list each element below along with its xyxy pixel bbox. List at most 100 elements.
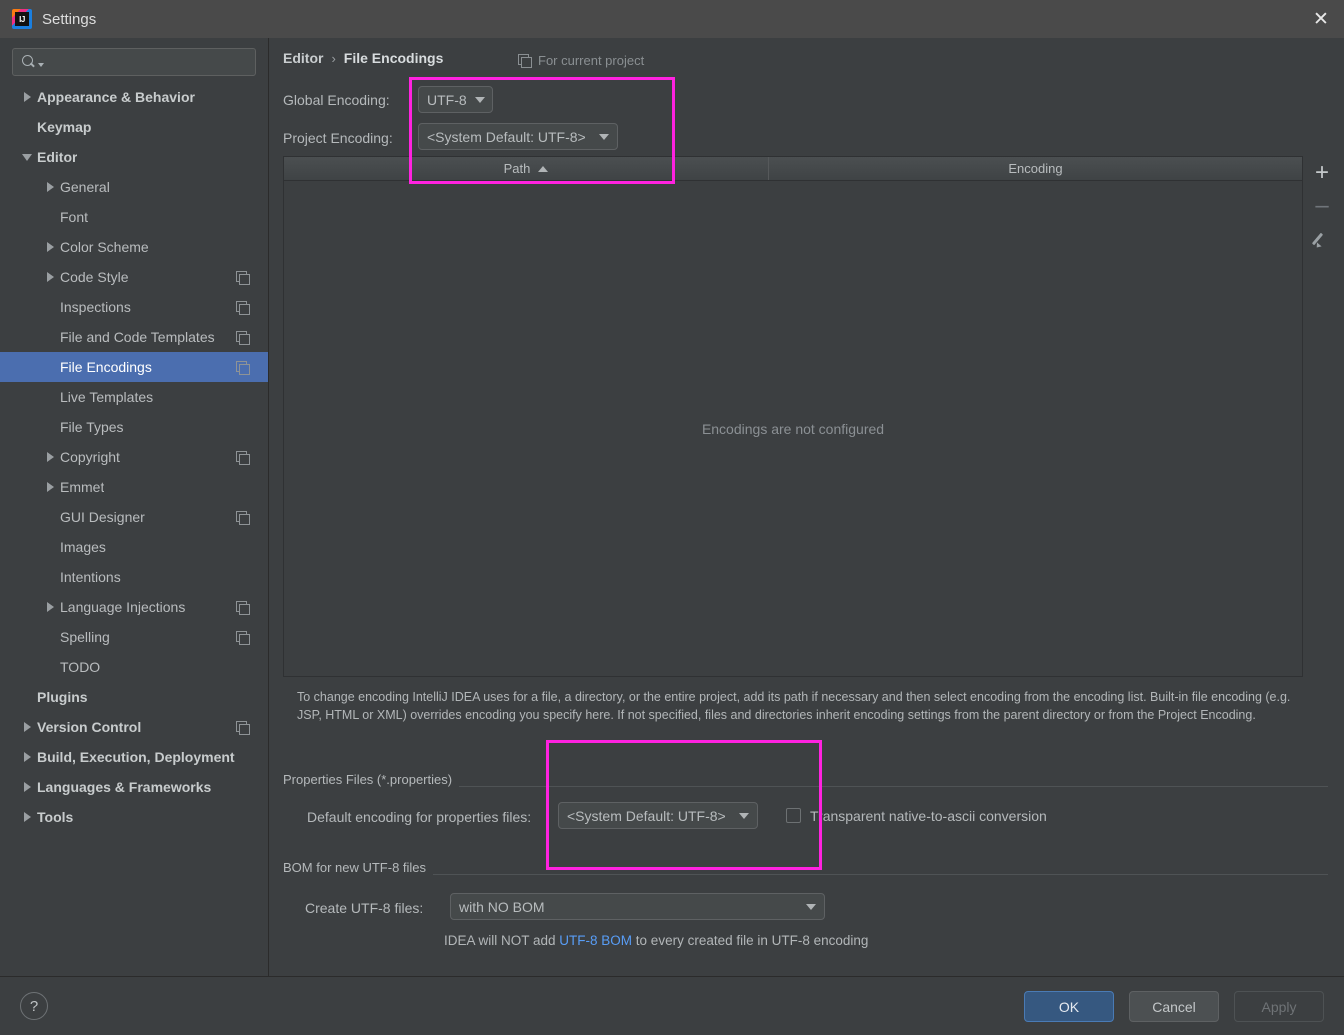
settings-tree: Appearance & Behavior Keymap Editor General…: [0, 82, 268, 832]
column-header-path[interactable]: Path: [284, 157, 769, 180]
search-box[interactable]: [12, 48, 256, 76]
tree-toggle[interactable]: [40, 242, 60, 252]
apply-button[interactable]: Apply: [1234, 991, 1324, 1022]
sidebar-item-label: File and Code Templates: [60, 329, 215, 345]
sidebar-item-file-encodings[interactable]: File Encodings: [0, 352, 268, 382]
sidebar-item-label: Version Control: [37, 719, 142, 735]
sidebar-item-label: Intentions: [60, 569, 121, 585]
sidebar-item-label: Keymap: [37, 119, 92, 135]
bom-hint-prefix: IDEA will NOT add: [444, 933, 560, 948]
sidebar-item-file-and-code-templates[interactable]: File and Code Templates: [0, 322, 268, 352]
chevron-right-icon[interactable]: [46, 242, 54, 252]
create-utf8-files-label: Create UTF-8 files:: [305, 900, 424, 916]
chevron-right-icon[interactable]: [23, 782, 31, 792]
utf8-bom-link[interactable]: UTF-8 BOM: [559, 933, 632, 948]
sidebar-item-todo[interactable]: TODO: [0, 652, 268, 682]
sidebar-item-label: Tools: [37, 809, 74, 825]
global-encoding-value: UTF-8: [427, 91, 467, 108]
sidebar-item-font[interactable]: Font: [0, 202, 268, 232]
encodings-table: Path Encoding Encodings are not configur…: [283, 156, 1303, 677]
sidebar-item-emmet[interactable]: Emmet: [0, 472, 268, 502]
sidebar-item-tools[interactable]: Tools: [0, 802, 268, 832]
bom-hint-suffix: to every created file in UTF-8 encoding: [632, 933, 869, 948]
sidebar-item-editor[interactable]: Editor: [0, 142, 268, 172]
sidebar-item-color-scheme[interactable]: Color Scheme: [0, 232, 268, 262]
column-header-path-label: Path: [503, 161, 531, 176]
tree-toggle[interactable]: [17, 752, 37, 762]
search-input[interactable]: [44, 54, 255, 70]
sidebar-item-label: File Encodings: [60, 359, 152, 375]
sidebar-item-keymap[interactable]: Keymap: [0, 112, 268, 142]
sidebar-item-intentions[interactable]: Intentions: [0, 562, 268, 592]
chevron-right-icon[interactable]: [46, 182, 54, 192]
sidebar-item-label: Images: [60, 539, 106, 555]
page-title: File Encodings: [343, 50, 444, 66]
chevron-right-icon[interactable]: [23, 812, 31, 822]
transparent-native-to-ascii-label[interactable]: Transparent native-to-ascii conversion: [810, 808, 1047, 824]
global-encoding-combo[interactable]: UTF-8: [418, 86, 493, 113]
copy-icon: [236, 301, 250, 315]
sidebar-item-file-types[interactable]: File Types: [0, 412, 268, 442]
remove-encoding-button[interactable]: –: [1304, 189, 1340, 222]
tree-toggle[interactable]: [40, 272, 60, 282]
sidebar-item-images[interactable]: Images: [0, 532, 268, 562]
sidebar-item-copyright[interactable]: Copyright: [0, 442, 268, 472]
sidebar-item-label: TODO: [60, 659, 101, 675]
tree-toggle[interactable]: [40, 602, 60, 612]
sidebar-item-live-templates[interactable]: Live Templates: [0, 382, 268, 412]
chevron-right-icon[interactable]: [23, 752, 31, 762]
dialog-footer: ? OK Cancel Apply: [0, 976, 1344, 1035]
sidebar-item-label: Copyright: [60, 449, 120, 465]
minus-icon: –: [1315, 191, 1329, 219]
sidebar-item-general[interactable]: General: [0, 172, 268, 202]
sidebar-item-label: Live Templates: [60, 389, 154, 405]
transparent-native-to-ascii-checkbox[interactable]: [786, 808, 801, 823]
properties-default-encoding-combo[interactable]: <System Default: UTF-8>: [558, 802, 758, 829]
ok-button[interactable]: OK: [1024, 991, 1114, 1022]
cancel-button[interactable]: Cancel: [1129, 991, 1219, 1022]
sidebar-item-plugins[interactable]: Plugins: [0, 682, 268, 712]
help-button[interactable]: ?: [20, 992, 48, 1020]
close-icon[interactable]: ✕: [1298, 0, 1344, 38]
chevron-right-icon[interactable]: [46, 272, 54, 282]
create-utf8-files-combo[interactable]: with NO BOM: [450, 893, 825, 920]
chevron-right-icon[interactable]: [23, 722, 31, 732]
column-header-encoding-label: Encoding: [1008, 161, 1063, 176]
sidebar-item-code-style[interactable]: Code Style: [0, 262, 268, 292]
chevron-right-icon[interactable]: [46, 602, 54, 612]
sidebar-item-spelling[interactable]: Spelling: [0, 622, 268, 652]
sidebar-item-label: Emmet: [60, 479, 105, 495]
tree-toggle[interactable]: [17, 722, 37, 732]
tree-toggle[interactable]: [17, 782, 37, 792]
sidebar-item-label: GUI Designer: [60, 509, 145, 525]
column-header-encoding[interactable]: Encoding: [769, 157, 1302, 180]
sidebar-item-label: General: [60, 179, 110, 195]
chevron-down-icon: [599, 133, 609, 140]
sidebar-item-language-injections[interactable]: Language Injections: [0, 592, 268, 622]
tree-toggle[interactable]: [40, 452, 60, 462]
tree-toggle[interactable]: [40, 182, 60, 192]
sidebar-item-inspections[interactable]: Inspections: [0, 292, 268, 322]
tree-toggle[interactable]: [17, 153, 37, 161]
tree-toggle[interactable]: [40, 482, 60, 492]
sidebar-item-gui-designer[interactable]: GUI Designer: [0, 502, 268, 532]
chevron-right-icon[interactable]: [46, 482, 54, 492]
chevron-down-icon[interactable]: [22, 153, 32, 161]
settings-sidebar: Appearance & Behavior Keymap Editor General…: [0, 38, 269, 976]
search-icon: [21, 54, 37, 70]
properties-default-encoding-label: Default encoding for properties files:: [307, 809, 532, 825]
sidebar-item-version-control[interactable]: Version Control: [0, 712, 268, 742]
add-encoding-button[interactable]: +: [1304, 156, 1340, 189]
edit-encoding-button[interactable]: [1304, 222, 1340, 255]
project-encoding-combo[interactable]: <System Default: UTF-8>: [418, 123, 618, 150]
chevron-right-icon[interactable]: [46, 452, 54, 462]
tree-toggle[interactable]: [17, 812, 37, 822]
sidebar-item-languages-frameworks[interactable]: Languages & Frameworks: [0, 772, 268, 802]
sidebar-item-build-execution-deployment[interactable]: Build, Execution, Deployment: [0, 742, 268, 772]
chevron-right-icon[interactable]: [23, 92, 31, 102]
tree-toggle[interactable]: [17, 92, 37, 102]
sidebar-item-label: Appearance & Behavior: [37, 89, 195, 105]
breadcrumb-parent[interactable]: Editor: [283, 50, 323, 66]
sidebar-item-appearance-behavior[interactable]: Appearance & Behavior: [0, 82, 268, 112]
copy-icon: [236, 331, 250, 345]
